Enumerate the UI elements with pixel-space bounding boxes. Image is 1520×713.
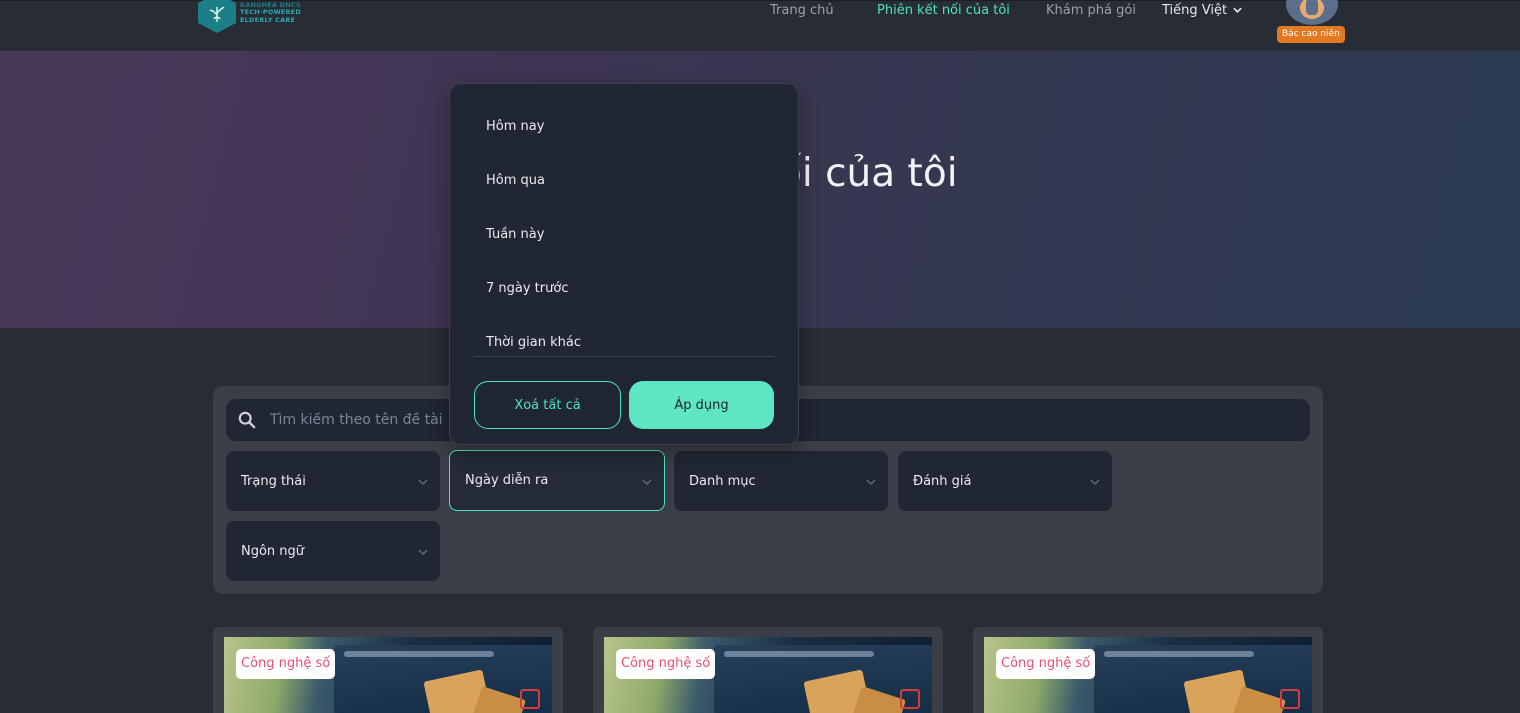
logo-line-3: ELDERLY CARE	[240, 15, 296, 24]
filter-language[interactable]: Ngôn ngữ	[226, 521, 440, 581]
language-label: Tiếng Việt	[1162, 3, 1228, 18]
nav-home[interactable]: Trang chủ	[770, 3, 834, 18]
session-card[interactable]: Công nghệ số	[593, 627, 943, 713]
date-option-today[interactable]: Hôm nay	[486, 119, 544, 134]
avatar-hair	[1306, 0, 1318, 15]
card-thumbnail: Công nghệ số	[224, 637, 552, 713]
date-option-yesterday[interactable]: Hôm qua	[486, 173, 545, 188]
filter-rating[interactable]: Đánh giá	[898, 451, 1112, 511]
user-avatar[interactable]	[1286, 0, 1338, 25]
session-card[interactable]: Công nghệ số	[973, 627, 1323, 713]
date-option-custom[interactable]: Thời gian khác	[486, 335, 581, 350]
filter-date[interactable]: Ngày diễn ra	[449, 450, 665, 511]
nav-my-sessions[interactable]: Phiên kết nối của tôi	[877, 3, 1010, 18]
card-thumbnail: Công nghệ số	[604, 637, 932, 713]
date-option-last-7-days[interactable]: 7 ngày trước	[486, 281, 568, 296]
date-option-this-week[interactable]: Tuần này	[486, 227, 544, 242]
card-thumbnail: Công nghệ số	[984, 637, 1312, 713]
category-tag: Công nghệ số	[236, 649, 336, 679]
tree-logo-icon	[198, 0, 236, 33]
chevron-down-icon	[642, 479, 652, 485]
filter-status-label: Trạng thái	[241, 473, 306, 489]
apply-button[interactable]: Áp dụng	[629, 381, 774, 429]
filter-category-label: Danh mục	[689, 473, 756, 489]
nav-explore-packages[interactable]: Khám phá gói	[1046, 3, 1136, 18]
search-icon	[238, 411, 256, 429]
language-selector[interactable]: Tiếng Việt	[1162, 3, 1242, 18]
date-filter-dropdown: Hôm nay Hôm qua Tuần này 7 ngày trước Th…	[449, 83, 799, 445]
brand-logo[interactable]: KANGHEA DNCS TECH-POWERED ELDERLY CARE	[198, 0, 301, 33]
chevron-down-icon	[418, 549, 428, 555]
page-title-visible: ối của tôi	[778, 151, 958, 196]
category-tag: Công nghệ số	[996, 649, 1096, 679]
chevron-down-icon	[866, 479, 876, 485]
filter-language-label: Ngôn ngữ	[241, 543, 305, 559]
logo-wordmark: KANGHEA DNCS TECH-POWERED ELDERLY CARE	[240, 1, 301, 25]
clear-all-button[interactable]: Xoá tất cả	[474, 381, 621, 429]
filter-rating-label: Đánh giá	[913, 473, 972, 489]
top-navbar: KANGHEA DNCS TECH-POWERED ELDERLY CARE T…	[0, 0, 1520, 51]
chevron-down-icon	[1090, 479, 1100, 485]
category-tag: Công nghệ số	[616, 649, 716, 679]
dropdown-divider	[474, 356, 774, 357]
chevron-down-icon	[418, 479, 428, 485]
chevron-down-icon	[1233, 7, 1242, 13]
filter-status[interactable]: Trạng thái	[226, 451, 440, 511]
filter-category[interactable]: Danh mục	[674, 451, 888, 511]
session-card[interactable]: Công nghệ số	[213, 627, 563, 713]
role-badge: Bác cao niên	[1277, 26, 1345, 43]
filter-date-label: Ngày diễn ra	[465, 473, 549, 488]
